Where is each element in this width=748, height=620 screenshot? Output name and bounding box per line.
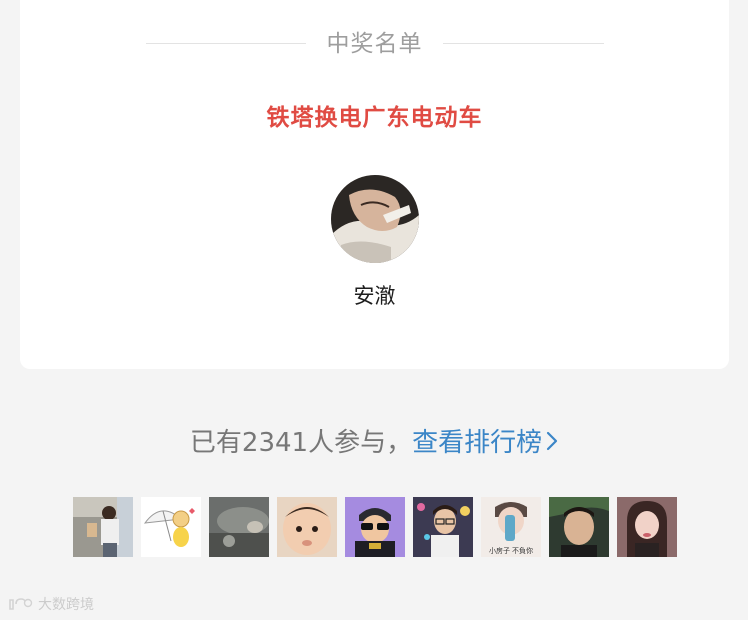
chevron-right-icon [546, 431, 558, 450]
participant-avatar-4[interactable] [277, 497, 337, 557]
divider-right [443, 43, 604, 44]
winners-section-title: 中奖名单 [326, 31, 423, 57]
avatar-photo-car-interior-icon [209, 497, 269, 557]
participant-avatar-3[interactable] [209, 497, 269, 557]
participant-avatar-7[interactable]: 小房子 不負你 [481, 497, 541, 557]
participant-avatar-6[interactable] [413, 497, 473, 557]
winners-card: 中奖名单 铁塔换电广东电动车 安澈 [20, 0, 729, 369]
winner-name: 安澈 [353, 284, 396, 308]
winners-section-header: 中奖名单 [20, 28, 729, 60]
prize-name: 铁塔换电广东电动车 [266, 105, 483, 131]
view-ranking-link[interactable]: 查看排行榜 [412, 428, 558, 458]
winner-avatar[interactable] [331, 175, 419, 263]
watermark-text: 大数跨境 [38, 597, 94, 613]
avatar-caption: 小房子 不負你 [489, 546, 533, 555]
avatar-cartoon-umbrella-icon [141, 497, 201, 557]
avatar-photo-woman-icon [617, 497, 677, 557]
participant-avatar-1[interactable] [73, 497, 133, 557]
avatar-cartoon-sunglasses-icon [345, 497, 405, 557]
avatar-photo-man-bottle-icon: 小房子 不負你 [481, 497, 541, 557]
participant-avatar-8[interactable] [549, 497, 609, 557]
participant-avatar-2[interactable] [141, 497, 201, 557]
watermark-logo-icon [9, 598, 33, 610]
avatar-photo-baby-icon [277, 497, 337, 557]
divider-left [146, 43, 306, 44]
avatar-photo-man-glasses-icon [413, 497, 473, 557]
watermark: 大数跨境 [8, 594, 94, 614]
participant-avatars: 小房子 不負你 [73, 497, 685, 557]
avatar-photo-man-dark-icon [549, 497, 609, 557]
participants-count-text: 已有2341人参与， [189, 428, 413, 458]
view-ranking-label: 查看排行榜 [412, 428, 543, 458]
participant-avatar-5[interactable] [345, 497, 405, 557]
participants-summary: 已有2341人参与，查看排行榜 [0, 423, 748, 463]
avatar-photo-man-standing-icon [73, 497, 133, 557]
participant-avatar-9[interactable] [617, 497, 677, 557]
